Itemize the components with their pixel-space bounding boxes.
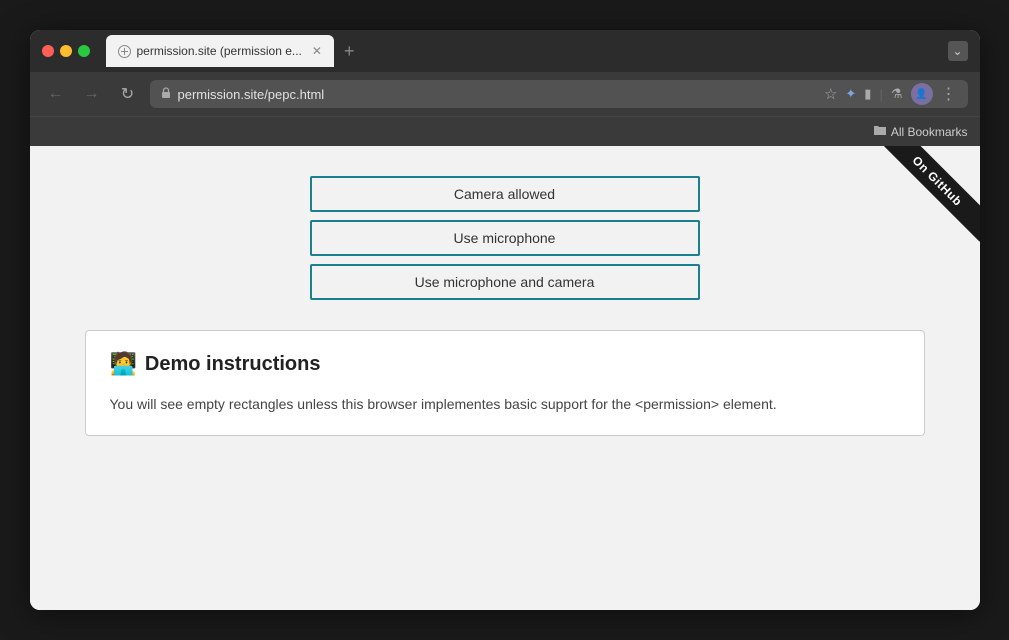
profile-avatar[interactable]: 👤	[911, 83, 933, 105]
forward-button[interactable]: →	[78, 80, 106, 108]
address-actions: ☆ ✦ ▮ | ⚗ 👤 ⋮	[824, 83, 958, 105]
url-text: permission.site/pepc.html	[178, 87, 818, 102]
tab-close-icon[interactable]: ✕	[312, 44, 322, 58]
demo-title: 🧑‍💻 Demo instructions	[110, 351, 900, 377]
use-microphone-button[interactable]: Use microphone	[310, 220, 700, 256]
all-bookmarks-item[interactable]: All Bookmarks	[873, 124, 968, 139]
browser-menu-button[interactable]: ⌄	[948, 41, 968, 61]
traffic-lights	[42, 45, 90, 57]
close-button[interactable]	[42, 45, 54, 57]
new-tab-button[interactable]: +	[338, 41, 361, 62]
extensions-button[interactable]: ▮	[864, 86, 871, 102]
active-tab[interactable]: permission.site (permission e... ✕	[106, 35, 334, 67]
lab-icon-button[interactable]: ⚗	[891, 86, 903, 102]
separator: |	[879, 87, 882, 102]
demo-description: You will see empty rectangles unless thi…	[110, 393, 900, 415]
browser-window: permission.site (permission e... ✕ + ⌄ ←…	[30, 30, 980, 610]
permission-buttons-container: Camera allowed Use microphone Use microp…	[50, 176, 960, 300]
demo-emoji: 🧑‍💻	[110, 351, 137, 377]
bookmarks-bar: All Bookmarks	[30, 116, 980, 146]
camera-allowed-button[interactable]: Camera allowed	[310, 176, 700, 212]
title-bar: permission.site (permission e... ✕ + ⌄	[30, 30, 980, 72]
bookmarks-label: All Bookmarks	[891, 125, 968, 139]
demo-title-text: Demo instructions	[145, 353, 321, 376]
nav-bar: ← → ↻ permission.site/pepc.html ☆ ✦ ▮ | …	[30, 72, 980, 116]
back-button[interactable]: ←	[42, 80, 70, 108]
minimize-button[interactable]	[60, 45, 72, 57]
address-bar[interactable]: permission.site/pepc.html ☆ ✦ ▮ | ⚗ 👤 ⋮	[150, 80, 968, 108]
bookmarks-folder-icon	[873, 124, 887, 139]
page-content: On GitHub Camera allowed Use microphone …	[30, 146, 980, 610]
more-options-button[interactable]: ⋮	[941, 84, 958, 104]
use-microphone-camera-button[interactable]: Use microphone and camera	[310, 264, 700, 300]
lock-icon	[160, 86, 172, 102]
maximize-button[interactable]	[78, 45, 90, 57]
bookmark-star-button[interactable]: ☆	[824, 85, 837, 103]
gemini-button[interactable]: ✦	[845, 86, 856, 102]
tab-favicon	[118, 45, 131, 58]
reload-button[interactable]: ↻	[114, 80, 142, 108]
demo-instructions-box: 🧑‍💻 Demo instructions You will see empty…	[85, 330, 925, 436]
tab-bar: permission.site (permission e... ✕ +	[106, 35, 940, 67]
tab-label: permission.site (permission e...	[137, 44, 302, 58]
